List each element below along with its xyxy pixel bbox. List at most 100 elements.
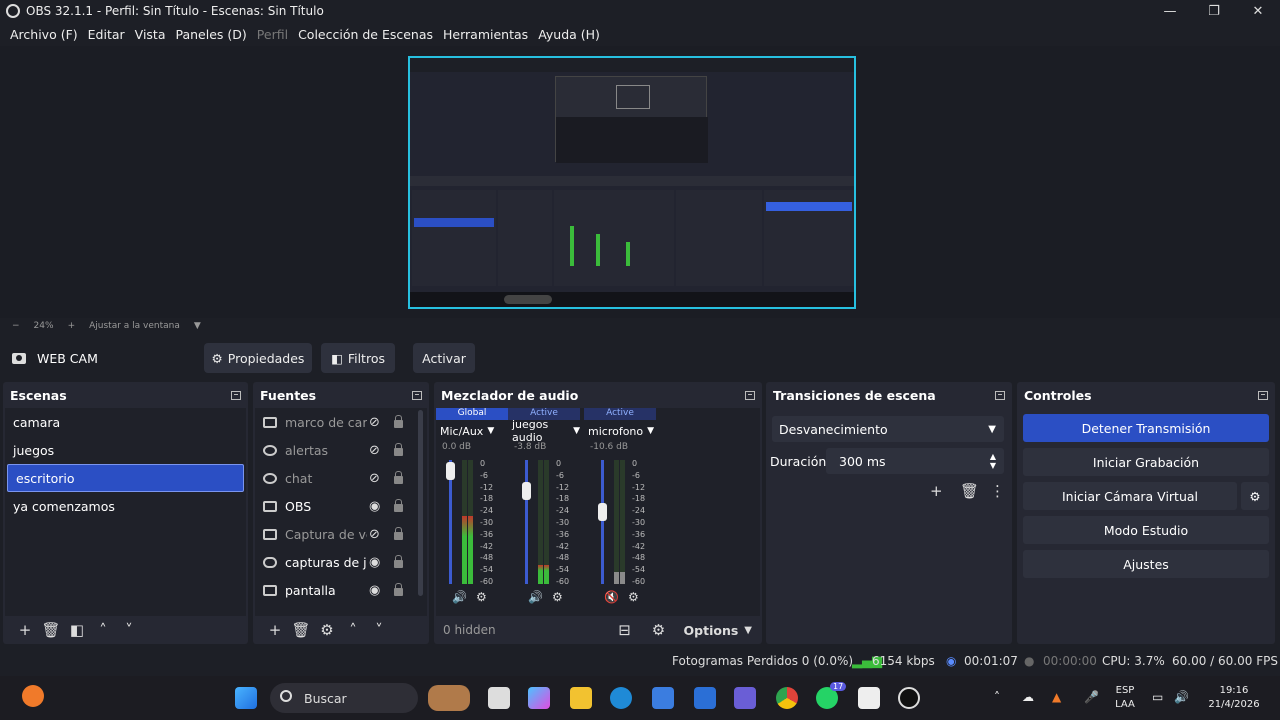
arrow-down-icon[interactable]: ˅ [116,621,142,639]
chevron-down-icon[interactable]: ▼ [988,424,996,435]
scene-item-selected[interactable]: escritorio [7,464,244,492]
eye-off-icon[interactable]: ⊘ [369,443,380,458]
outlook-icon[interactable] [694,687,716,709]
start-recording-button[interactable]: Iniciar Grabación [1023,448,1269,476]
eye-off-icon[interactable]: ⊘ [369,415,380,430]
zoom-fit-select[interactable]: Ajustar a la ventana [89,321,180,331]
source-item[interactable]: pantalla ◉ [255,576,427,604]
eye-icon[interactable]: ◉ [369,583,380,598]
close-button[interactable]: ✕ [1236,0,1280,22]
filter-icon[interactable]: ◧ [64,621,90,639]
source-item[interactable]: capturas de ju ◉ [255,548,427,576]
brave-icon[interactable] [22,685,44,707]
arrow-up-icon[interactable]: ˄ [90,621,116,639]
speaker-muted-icon[interactable]: 🔇 [604,590,619,604]
source-item[interactable]: OBS ◉ [255,492,427,520]
lock-icon[interactable] [394,555,403,568]
lock-icon[interactable] [394,471,403,484]
channel-name[interactable]: microfono ▼ [584,420,656,442]
chevron-down-icon[interactable]: ▼ [194,321,201,331]
scene-item[interactable]: ya comenzamos [5,492,246,520]
chevron-up-icon[interactable]: ˄ [994,690,1000,704]
eye-off-icon[interactable]: ⊘ [369,471,380,486]
arrow-up-icon[interactable]: ˄ [340,621,366,639]
undock-icon[interactable] [412,390,422,400]
speaker-icon[interactable]: 🔊 [528,590,543,604]
eye-icon[interactable]: ◉ [369,555,380,570]
volume-fader-knob[interactable] [446,462,455,481]
trash-icon[interactable]: 🗑 [288,621,314,639]
task-view-icon[interactable] [488,687,510,709]
obs-taskbar-icon[interactable] [898,687,920,709]
cloud-icon[interactable]: ☁ [1022,690,1034,704]
transition-select[interactable]: Desvanecimiento ▼ [772,416,1004,442]
settings-icon[interactable]: ⚙ [476,590,487,604]
add-icon[interactable]: + [262,621,288,639]
lock-icon[interactable] [394,499,403,512]
eye-icon[interactable]: ◉ [369,499,380,514]
volume-fader-track[interactable] [601,460,604,584]
arrow-down-icon[interactable]: ˅ [366,621,392,639]
filters-button[interactable]: ◧ Filtros [321,343,395,373]
lock-icon[interactable] [394,415,403,428]
chevron-down-icon[interactable]: ▼ [487,426,494,436]
store-icon[interactable] [652,687,674,709]
volume-fader-track[interactable] [525,460,528,584]
gear-icon[interactable]: ⚙ [314,621,340,639]
add-icon[interactable]: + [930,482,943,500]
maximize-button[interactable]: ❐ [1192,0,1236,22]
clock[interactable]: 19:16 21/4/2026 [1198,684,1270,712]
add-icon[interactable]: + [12,621,38,639]
menu-perfil[interactable]: Perfil [252,27,293,42]
microphone-icon[interactable]: 🎤 [1084,690,1099,704]
menu-editar[interactable]: Editar [83,27,130,42]
start-virtual-camera-button[interactable]: Iniciar Cámara Virtual [1023,482,1237,510]
menu-archivo[interactable]: Archivo (F) [5,27,83,42]
duration-input[interactable]: 300 ms ▲ ▼ [826,448,1004,474]
channel-name[interactable]: juegos audio ▼ [508,418,580,444]
eye-off-icon[interactable]: ⊘ [369,527,380,542]
activate-button[interactable]: Activar [413,343,475,373]
more-icon[interactable]: ⋮ [990,482,1005,500]
lock-icon[interactable] [394,443,403,456]
undock-icon[interactable] [1258,390,1268,400]
source-item[interactable]: alertas ⊘ [255,436,427,464]
edge-icon[interactable] [610,687,632,709]
windows-start-icon[interactable] [235,687,257,709]
zoom-out-button[interactable]: − [12,321,20,331]
properties-button[interactable]: ⚙ Propiedades [204,343,312,373]
virtual-camera-settings-button[interactable]: ⚙ [1241,482,1269,510]
settings-icon[interactable]: ⚙ [628,590,639,604]
taskbar-search[interactable]: Buscar [270,683,418,713]
menu-coleccion-escenas[interactable]: Colección de Escenas [293,27,438,42]
chrome-icon[interactable] [776,687,798,709]
menu-paneles[interactable]: Paneles (D) [171,27,252,42]
channel-name[interactable]: Mic/Aux ▼ [436,420,508,442]
stop-stream-button[interactable]: Detener Transmisión [1023,414,1269,442]
copilot-icon[interactable] [528,687,550,709]
file-explorer-icon[interactable] [570,687,592,709]
spin-arrows-icon[interactable]: ▲ ▼ [990,452,996,470]
news-widget-icon[interactable] [428,685,470,711]
volume-fader-knob[interactable] [598,503,607,522]
zoom-in-button[interactable]: + [68,321,76,331]
trash-icon[interactable]: 🗑 [38,621,64,639]
trash-icon[interactable]: 🗑 [960,482,979,500]
network-icon[interactable]: ▭ [1152,690,1163,704]
lock-icon[interactable] [394,527,403,540]
source-item[interactable]: marco de cam ⊘ [255,408,427,436]
undock-icon[interactable] [231,390,241,400]
speaker-icon[interactable]: 🔊 [452,590,467,604]
lock-icon[interactable] [394,583,403,596]
settings-icon[interactable]: ⚙ [552,590,563,604]
studio-mode-button[interactable]: Modo Estudio [1023,516,1269,544]
undock-icon[interactable] [745,390,755,400]
teams-icon[interactable] [734,687,756,709]
volume-fader-knob[interactable] [522,482,531,501]
undock-icon[interactable] [995,390,1005,400]
sources-scrollbar[interactable] [418,410,423,596]
minimize-button[interactable]: — [1148,0,1192,22]
layout-icon[interactable]: ⊟ [612,621,638,639]
menu-herramientas[interactable]: Herramientas [438,27,533,42]
options-button[interactable]: Options [684,623,739,638]
